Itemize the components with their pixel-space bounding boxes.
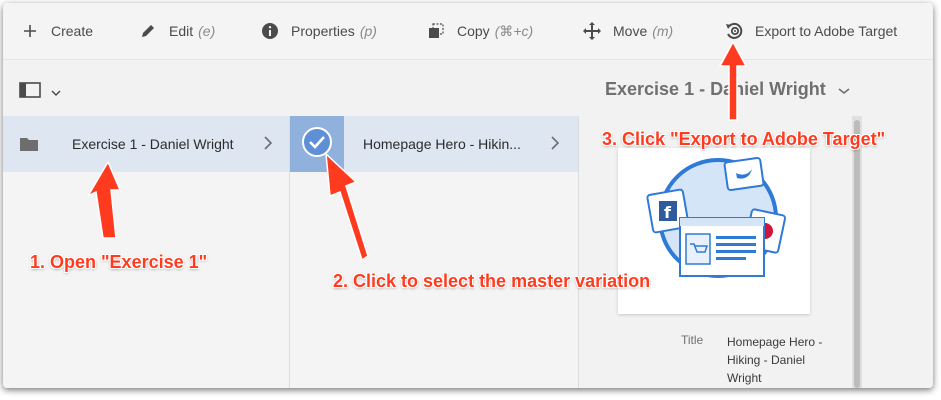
chevron-down-icon [51,84,61,102]
properties-shortcut: (p) [359,23,377,39]
edit-shortcut: (e) [198,23,216,39]
chevron-right-icon [263,136,273,155]
copy-icon [425,21,447,41]
list-item-label: Homepage Hero - Hikin... [363,136,521,152]
details-title-value: Homepage Hero - Hiking - Daniel Wright [727,335,823,385]
move-icon [581,21,603,41]
info-icon [259,21,281,41]
plus-icon [19,21,41,41]
folder-icon [19,136,39,157]
create-label: Create [51,23,94,39]
chevron-right-icon [550,136,560,155]
copy-button[interactable]: Copy (⌘+c) [425,21,533,41]
edit-button[interactable]: Edit (e) [137,21,215,41]
move-shortcut: (m) [652,23,674,39]
scrollbar[interactable] [852,116,862,388]
export-label: Export to Adobe Target [755,23,898,39]
page-title: Exercise 1 - Daniel Wright [605,79,826,99]
details-title-key: Title [681,333,704,347]
social-illustration-icon: f [640,156,790,291]
list-item-exercise-1[interactable]: Exercise 1 - Daniel Wright [3,116,289,172]
create-button[interactable]: Create [19,21,93,41]
export-target-icon [723,21,745,41]
pencil-icon [137,21,159,41]
panel-icon [19,82,41,103]
annotation-arrow-3 [718,40,748,121]
copy-label: Copy [457,23,490,39]
annotation-arrow-1 [88,160,122,239]
list-item-label: Exercise 1 - Daniel Wright [72,136,234,152]
annotation-arrow-2 [325,152,369,262]
chevron-down-icon [838,79,850,100]
annotation-step-1: 1. Open "Exercise 1" [30,252,208,272]
copy-shortcut: (⌘+c) [494,22,534,39]
move-label: Move [613,23,648,39]
header-bar: Exercise 1 - Daniel Wright [3,60,933,116]
svg-text:f: f [664,203,672,222]
export-to-target-button[interactable]: Export to Adobe Target [723,21,897,41]
scrollbar-thumb[interactable] [854,120,860,388]
action-toolbar: Create Edit (e) Properties (p) Copy (⌘+c… [3,3,933,60]
move-button[interactable]: Move (m) [581,21,673,41]
rail-toggle-button[interactable] [19,82,61,103]
edit-label: Edit [169,23,194,39]
properties-button[interactable]: Properties (p) [259,21,377,41]
annotation-step-2: 2. Click to select the master variation [333,271,651,291]
annotation-step-3: 3. Click "Export to Adobe Target" [602,129,886,149]
aem-window: Create Edit (e) Properties (p) Copy (⌘+c… [3,3,933,388]
properties-label: Properties [291,23,355,39]
